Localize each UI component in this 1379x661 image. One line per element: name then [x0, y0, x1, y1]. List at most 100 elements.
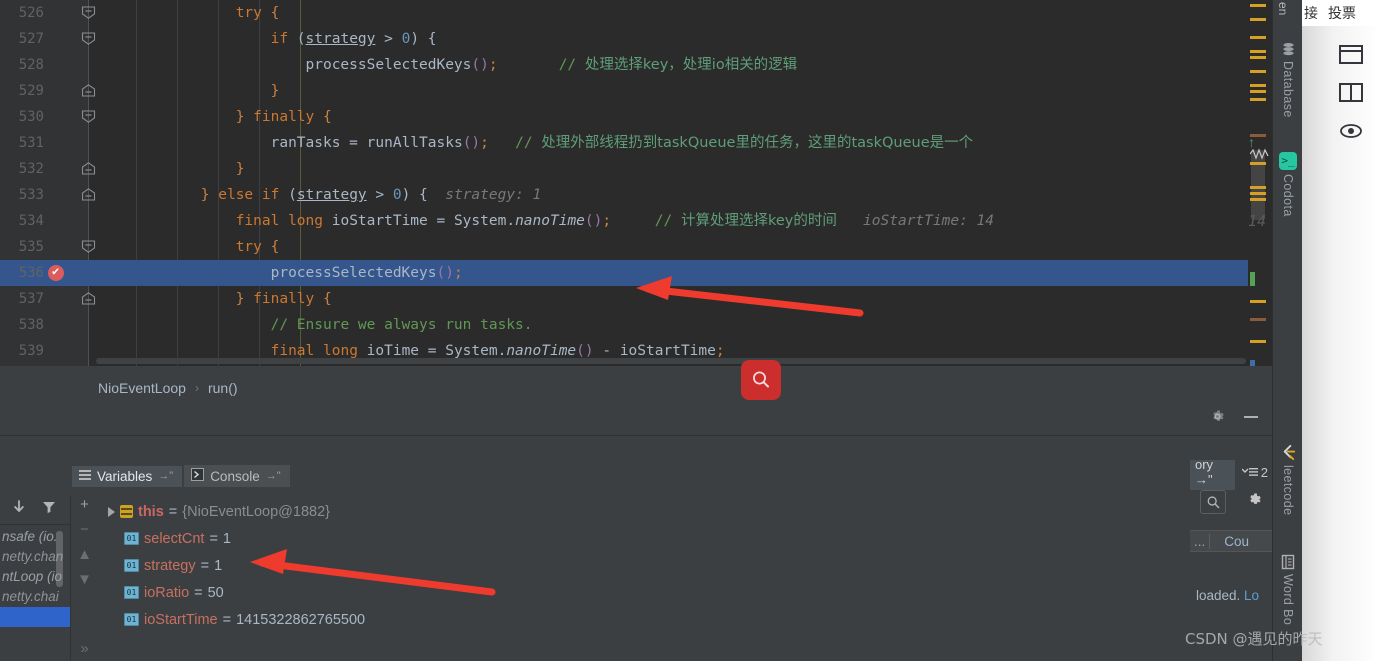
code-token: try — [235, 5, 262, 21]
tool-tab-database[interactable]: Database — [1273, 42, 1303, 118]
frames-toolbar[interactable] — [0, 495, 70, 525]
side-body-link[interactable]: Lo — [1244, 588, 1259, 603]
browser-menu-item[interactable]: 接 — [1304, 3, 1318, 23]
up-arrow-icon[interactable]: ▲ — [77, 547, 92, 563]
code-line[interactable]: 535 try { — [0, 234, 1272, 260]
code-editor[interactable]: 526 try {527 if (strategy > 0) {528 proc… — [0, 0, 1272, 366]
code-token: nanoTime — [515, 213, 585, 229]
code-token: // — [558, 57, 585, 73]
side-settings-button[interactable] — [1246, 491, 1263, 513]
side-search-button[interactable] — [1200, 490, 1226, 514]
eye-icon[interactable] — [1338, 122, 1364, 145]
split-view-icon[interactable] — [1338, 82, 1364, 109]
search-everywhere-button[interactable] — [741, 360, 781, 400]
code-line[interactable]: 536 ✔ processSelectedKeys(); — [0, 260, 1272, 286]
debug-tab-console[interactable]: Console →" — [184, 465, 290, 487]
code-line[interactable]: 531 ranTasks = runAllTasks(); // 处理外部线程扔… — [0, 130, 1272, 156]
tool-tab-codota[interactable]: >_ Codota — [1273, 152, 1303, 217]
code-line[interactable]: 528 processSelectedKeys(); // 处理选择key，处理… — [0, 52, 1272, 78]
down-arrow-icon[interactable]: ▼ — [77, 572, 92, 588]
tool-tab-label: Database — [1281, 61, 1295, 118]
code-token: ; — [453, 265, 463, 281]
code-token: () — [471, 57, 489, 73]
pin-icon[interactable]: →" — [266, 470, 281, 482]
gear-icon — [1250, 493, 1261, 504]
variable-value: {NioEventLoop@1882} — [182, 503, 331, 520]
fold-marker-icon[interactable] — [81, 292, 96, 305]
browser-window[interactable]: 接 投票 — [1302, 0, 1379, 661]
code-lines[interactable]: 526 try {527 if (strategy > 0) {528 proc… — [0, 0, 1272, 364]
code-token: final — [270, 343, 315, 359]
editor-horizontal-scrollbar[interactable] — [96, 358, 1246, 364]
side-panel-table-header[interactable]: ... Cou — [1190, 530, 1272, 552]
debug-tab-variables[interactable]: Variables →" — [72, 465, 183, 487]
variable-row[interactable]: 01 ioRatio = 50 — [100, 579, 1170, 606]
variable-row[interactable]: this = {NioEventLoop@1882} — [100, 498, 1170, 525]
expand-triangle-icon[interactable] — [108, 506, 115, 517]
minus-icon[interactable]: − — [80, 522, 89, 538]
frame-item-selected[interactable] — [0, 607, 70, 627]
fold-marker-icon[interactable] — [81, 188, 96, 201]
marker-hint-text: 14 — [1248, 212, 1267, 230]
variable-row[interactable]: 01 selectCnt = 1 — [100, 525, 1170, 552]
fold-marker-icon[interactable] — [81, 32, 96, 45]
variable-row[interactable]: 01 ioStartTime = 1415322862765500 — [100, 606, 1170, 633]
code-line[interactable]: 526 try { — [0, 0, 1272, 26]
fold-marker-icon[interactable] — [81, 240, 96, 253]
side-tab-history[interactable]: ory →" — [1190, 460, 1235, 490]
code-line[interactable]: 532 } — [0, 156, 1272, 182]
editor-vertical-scrollbar[interactable] — [1251, 150, 1265, 220]
code-line-text: try { — [96, 234, 280, 260]
plus-icon[interactable]: + — [80, 497, 89, 513]
code-line[interactable]: 538 // Ensure we always run tasks. — [0, 312, 1272, 338]
line-number: 538 — [18, 317, 44, 333]
down-arrow-icon[interactable] — [12, 499, 26, 520]
breakpoint-marker[interactable]: ✔ — [48, 264, 64, 281]
breadcrumb-method[interactable]: run() — [208, 380, 238, 396]
database-icon — [1282, 43, 1294, 56]
side-panel-tools[interactable] — [1200, 490, 1263, 514]
tool-tab-wordbook[interactable]: Word Bo — [1273, 554, 1303, 625]
frames-scrollbar[interactable] — [56, 531, 63, 587]
code-line[interactable]: 530 } finally { — [0, 104, 1272, 130]
code-token: try — [235, 239, 262, 255]
frames-buttons[interactable]: + − ▲ ▼ » — [70, 495, 98, 661]
tool-tab-leetcode[interactable]: leetcode — [1273, 444, 1303, 515]
fold-marker-icon[interactable] — [81, 110, 96, 123]
minimize-icon[interactable] — [1242, 410, 1260, 429]
frame-item[interactable]: netty.chai — [0, 587, 70, 607]
code-line[interactable]: 533 } else if (strategy > 0) { strategy:… — [0, 182, 1272, 208]
code-token: } — [270, 83, 280, 99]
debug-tool-window[interactable]: Variables →" Console →" this = {NioEventLoop@… — [0, 436, 1272, 661]
browser-menu-item[interactable]: 投票 — [1328, 3, 1356, 23]
fold-marker-icon[interactable] — [81, 6, 96, 19]
object-icon — [120, 505, 133, 518]
variables-tree[interactable]: this = {NioEventLoop@1882} 01 selectCnt = 1 01 s… — [100, 498, 1170, 661]
pin-icon[interactable]: →" — [158, 470, 173, 482]
filter-icon[interactable] — [42, 500, 56, 519]
side-body-text: loaded. Lo — [1196, 588, 1259, 603]
side-panel-tabs[interactable]: ory →" 2 — [1190, 460, 1272, 490]
window-icon[interactable] — [1338, 44, 1364, 71]
fold-marker-icon[interactable] — [81, 84, 96, 97]
debug-tabs[interactable]: Variables →" Console →" — [0, 464, 290, 488]
code-token: = — [340, 135, 367, 151]
variable-row[interactable]: 01 strategy = 1 — [100, 552, 1170, 579]
gear-icon[interactable] — [1209, 408, 1226, 430]
code-line[interactable]: 527 if (strategy > 0) { — [0, 26, 1272, 52]
code-line-text: } — [96, 78, 280, 104]
expand-icon[interactable]: » — [80, 641, 88, 657]
code-line[interactable]: 529 } — [0, 78, 1272, 104]
code-line[interactable]: 537 } finally { — [0, 286, 1272, 312]
side-tab-list[interactable]: 2 — [1238, 462, 1272, 483]
line-number: 539 — [18, 343, 44, 359]
browser-menu-bar[interactable]: 接 投票 — [1302, 0, 1379, 26]
code-token: } — [235, 291, 254, 307]
code-line[interactable]: 534 final long ioStartTime = System.nano… — [0, 208, 1272, 234]
frames-panel[interactable]: nsafe (io. netty.chan ntLoop (io netty.chai — [0, 495, 70, 661]
right-tool-strip[interactable]: Database >_ Codota leetcode Word Bo — [1272, 0, 1302, 661]
fold-marker-icon[interactable] — [81, 162, 96, 175]
editor-marker-gutter[interactable]: ↑ 14 — [1248, 0, 1272, 366]
breadcrumb-class[interactable]: NioEventLoop — [98, 380, 186, 396]
